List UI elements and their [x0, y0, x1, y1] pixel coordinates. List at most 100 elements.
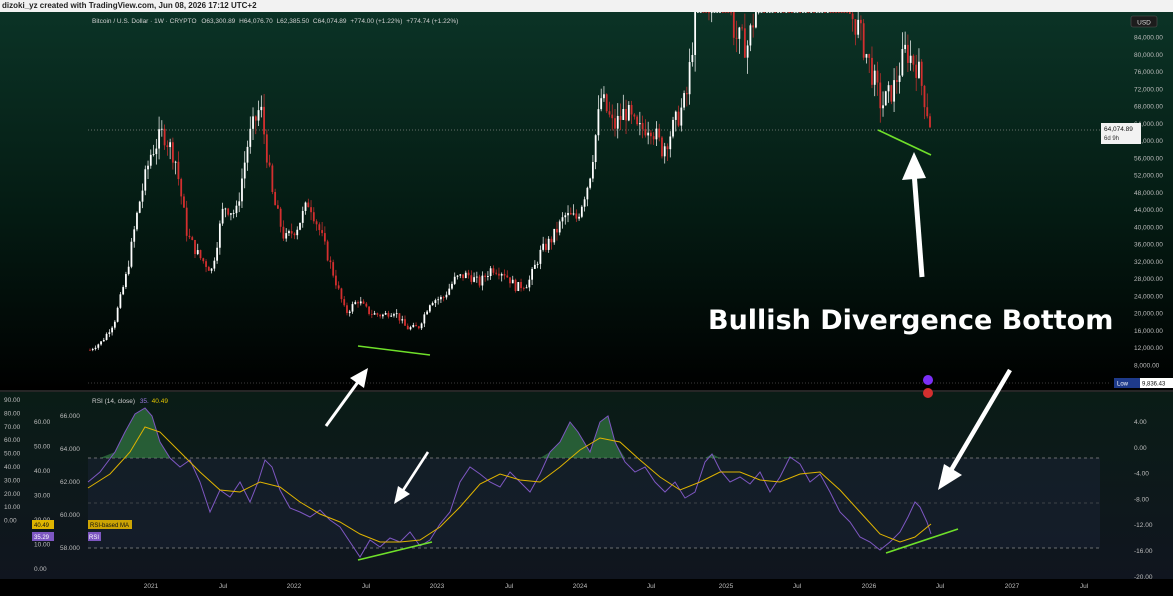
price-axis-label: 28,000.00 [1134, 276, 1163, 283]
candle-body [741, 27, 744, 29]
rsi-right-axis-label: 4.00 [1134, 419, 1147, 426]
candle-body [155, 148, 158, 155]
candle-body [464, 272, 467, 279]
candle-body [495, 272, 498, 274]
candle-body [194, 240, 196, 255]
candle-body [525, 287, 528, 289]
candle-body [437, 299, 440, 301]
candle-body [727, 12, 730, 13]
candle-body [782, 12, 785, 13]
candle-body [384, 313, 387, 315]
candle-body [586, 187, 589, 200]
candle-body [293, 233, 296, 236]
candle-body [252, 116, 254, 129]
event-icon-1[interactable] [923, 375, 933, 385]
price-axis-label: 20,000.00 [1134, 311, 1163, 318]
candle-body [738, 27, 741, 39]
candle-body [611, 114, 614, 119]
chart-stage[interactable]: Bitcoin / U.S. Dollar · 1W · CRYPTO O63,… [0, 12, 1173, 591]
price-axis-label: 40,000.00 [1134, 224, 1163, 231]
price-axis-label: 24,000.00 [1134, 293, 1163, 300]
candle-body [232, 213, 235, 214]
candle-body [395, 313, 398, 315]
candle-body [580, 206, 583, 217]
candle-body [301, 210, 304, 223]
candle-body [594, 135, 597, 163]
candle-body [688, 62, 691, 95]
candle-body [777, 12, 779, 13]
rsi-left-axis-a-label: 30.00 [4, 477, 21, 484]
candle-body [163, 128, 166, 146]
price-axis-label: 72,000.00 [1134, 86, 1163, 93]
candle-body [492, 268, 495, 273]
candle-body [315, 221, 318, 225]
candle-body [923, 85, 926, 108]
event-icon-2[interactable] [923, 388, 933, 398]
candle-body [445, 294, 448, 298]
rsi-left-axis-a-label: 70.00 [4, 424, 21, 431]
candle-body [423, 314, 426, 324]
candle-body [597, 109, 600, 136]
candle-body [763, 12, 766, 13]
candle-body [431, 303, 434, 306]
candle-body [428, 305, 431, 312]
candle-body [199, 250, 202, 259]
legend-open: O63,300.89 [201, 18, 235, 25]
candle-body [909, 55, 912, 63]
rsi-right-axis-label: -4.00 [1134, 471, 1149, 478]
candle-body [409, 327, 412, 330]
candle-body [669, 136, 672, 150]
candle-body [260, 106, 263, 111]
annotation-text: Bullish Divergence Bottom [708, 305, 1113, 336]
price-axis-label: 16,000.00 [1134, 328, 1163, 335]
legend-change-repeat: +774.74 (+1.22%) [406, 18, 458, 25]
time-axis-label: 2025 [719, 583, 734, 590]
rsi-left-axis-a-label: 90.00 [4, 397, 21, 404]
candle-body [788, 12, 790, 13]
candle-body [224, 208, 227, 210]
candle-body [133, 229, 136, 242]
price-axis-label: 56,000.00 [1134, 155, 1163, 162]
candle-body [589, 178, 592, 188]
time-axis-label: 2022 [287, 583, 302, 590]
legend-symbol: Bitcoin / U.S. Dollar · 1W · CRYPTO [92, 18, 197, 25]
candle-body [125, 274, 127, 288]
candle-body [434, 300, 437, 304]
price-chart-svg[interactable]: Bitcoin / U.S. Dollar · 1W · CRYPTO O63,… [0, 12, 1173, 591]
candle-body [323, 233, 326, 242]
candle-body [105, 333, 108, 340]
candle-body [926, 107, 929, 117]
rsi-left-axis-c-label: 60.00 [34, 419, 51, 426]
low-tag-label: Low [1117, 382, 1129, 388]
candle-body [456, 275, 459, 277]
candle-body [821, 12, 824, 13]
candle-body [130, 241, 133, 267]
candle-body [865, 54, 868, 58]
candle-body [904, 44, 907, 50]
candle-body [785, 12, 788, 13]
candle-body [357, 302, 359, 304]
candle-body [489, 268, 492, 277]
candle-body [724, 12, 727, 13]
candle-body [848, 12, 851, 14]
candle-body [561, 217, 564, 222]
candle-body [705, 12, 708, 13]
candle-body [813, 12, 815, 13]
candle-body [196, 250, 199, 255]
candle-body [387, 313, 390, 317]
candle-body [276, 205, 279, 209]
candle-body [249, 128, 252, 147]
candle-body [97, 344, 100, 348]
candle-body [768, 12, 771, 13]
candle-body [732, 12, 735, 38]
candle-body [837, 12, 840, 13]
rsi-left-axis-c-label: 30.00 [34, 493, 51, 500]
rsi-left-axis-a-label: 10.00 [4, 504, 21, 511]
candle-body [918, 61, 920, 78]
time-axis-label: Jul [793, 583, 802, 590]
rsi-label: RSI [89, 535, 99, 541]
candle-body [166, 145, 169, 148]
candle-body [680, 107, 683, 126]
candle-body [141, 190, 144, 202]
candle-body [578, 216, 580, 219]
